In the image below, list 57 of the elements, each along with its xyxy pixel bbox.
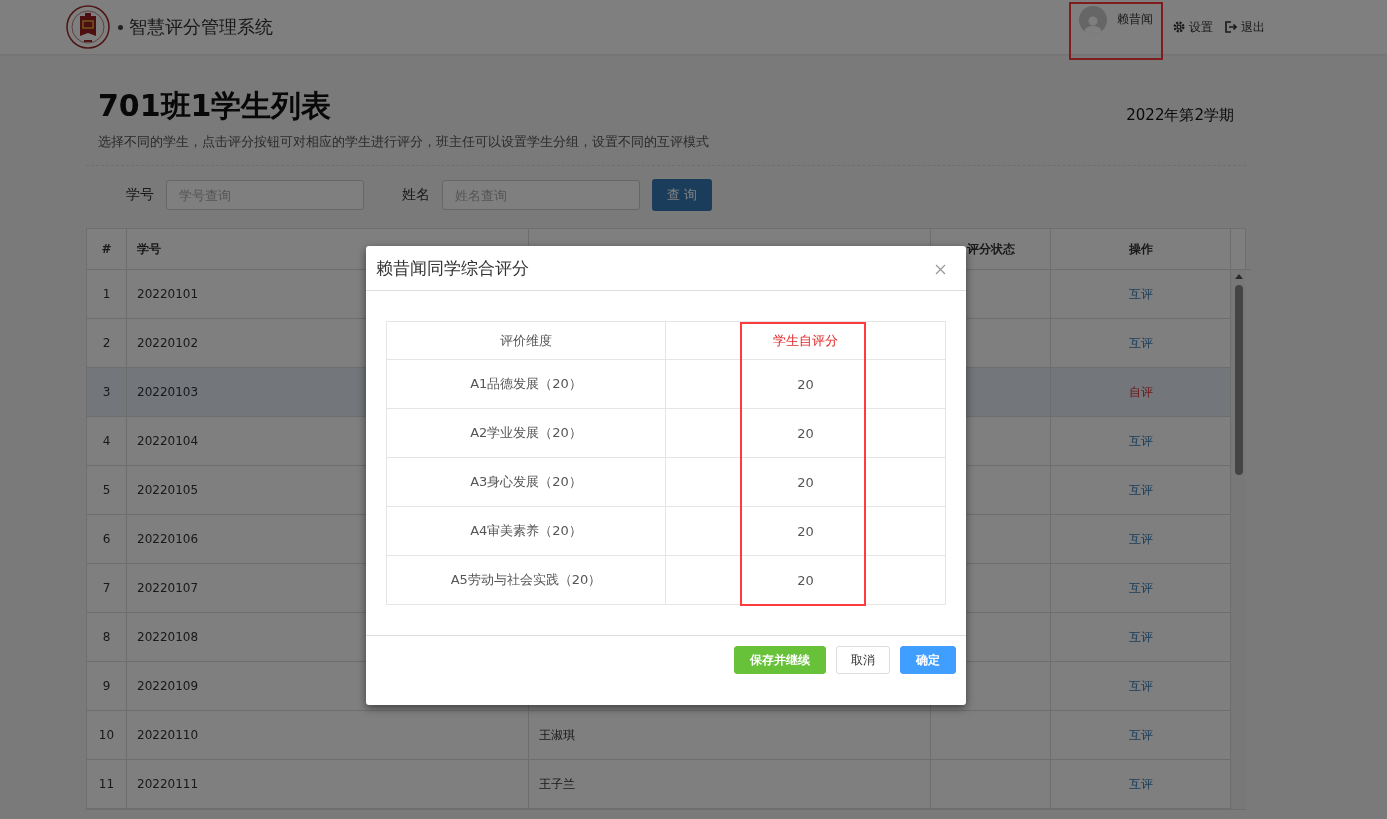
filter-label: 学号: [126, 186, 154, 204]
table-cell: A4审美素养（20）: [387, 507, 666, 556]
table-cell: 20220111: [127, 760, 529, 809]
table-cell: 20: [666, 507, 946, 556]
action-link[interactable]: 互评: [1128, 579, 1153, 597]
table-cell[interactable]: 1: [87, 270, 127, 319]
scroll-up-icon[interactable]: [1234, 274, 1243, 279]
action-link[interactable]: 互评: [1128, 285, 1153, 303]
table-cell: 20: [666, 409, 946, 458]
table-cell[interactable]: 3: [87, 368, 127, 417]
close-icon: [935, 263, 946, 275]
table-cell[interactable]: 2: [87, 319, 127, 368]
column-header: 评价维度: [387, 322, 666, 360]
page-title: 701班1学生列表: [98, 87, 333, 125]
action-link[interactable]: 互评: [1128, 677, 1153, 695]
user-name[interactable]: 赖昔闻: [1117, 11, 1153, 28]
filter-label: 姓名: [402, 186, 430, 204]
action-link[interactable]: 互评: [1128, 432, 1153, 450]
cancel-button[interactable]: 取消: [836, 646, 890, 674]
action-link[interactable]: 互评: [1128, 775, 1153, 793]
table-cell[interactable]: 7: [87, 564, 127, 613]
table-cell[interactable]: 8: [87, 613, 127, 662]
table-cell[interactable]: 11: [87, 760, 127, 809]
avatar-icon: [1079, 6, 1107, 34]
table-cell[interactable]: 10: [87, 711, 127, 760]
table-cell[interactable]: 9: [87, 662, 127, 711]
table-cell: A5劳动与社会实践（20）: [387, 556, 666, 605]
table-cell: A2学业发展（20）: [387, 409, 666, 458]
table-cell[interactable]: 4: [87, 417, 127, 466]
scrollbar-thumb[interactable]: [1234, 285, 1243, 475]
action-link[interactable]: 自评: [1128, 383, 1153, 401]
table-cell: 20: [666, 360, 946, 409]
query-button[interactable]: 查 询: [652, 179, 712, 211]
app-title: 智慧评分管理系统: [129, 15, 273, 39]
action-link[interactable]: 互评: [1128, 530, 1153, 548]
table-cell: 王子兰: [529, 760, 931, 809]
table-cell: A1品德发展（20）: [387, 360, 666, 409]
action-link[interactable]: 互评: [1128, 726, 1153, 744]
action-link[interactable]: 互评: [1128, 334, 1153, 352]
table-cell[interactable]: 6: [87, 515, 127, 564]
save-continue-button[interactable]: 保存并继续: [734, 646, 826, 674]
settings-link[interactable]: 设置: [1173, 18, 1213, 36]
page-description: 选择不同的学生，点击评分按钮可对相应的学生进行评分，班主任可以设置学生分组，设置不同的互评模式: [98, 133, 709, 151]
settings-icon: [1173, 21, 1185, 33]
action-link[interactable]: 互评: [1128, 481, 1153, 499]
logout-icon: [1225, 21, 1237, 33]
table-cell: 20: [666, 458, 946, 507]
bullet-icon: [118, 24, 123, 30]
confirm-button[interactable]: 确定: [900, 646, 956, 674]
term-label: 2022年第2学期: [1126, 106, 1234, 125]
table-cell: 20220110: [127, 711, 529, 760]
action-link[interactable]: 互评: [1128, 628, 1153, 646]
column-header: 学生自评分: [666, 322, 946, 360]
table-cell: 王淑琪: [529, 711, 931, 760]
logout-link[interactable]: 退出: [1225, 18, 1265, 36]
table-cell: A3身心发展（20）: [387, 458, 666, 507]
table-cell[interactable]: 5: [87, 466, 127, 515]
